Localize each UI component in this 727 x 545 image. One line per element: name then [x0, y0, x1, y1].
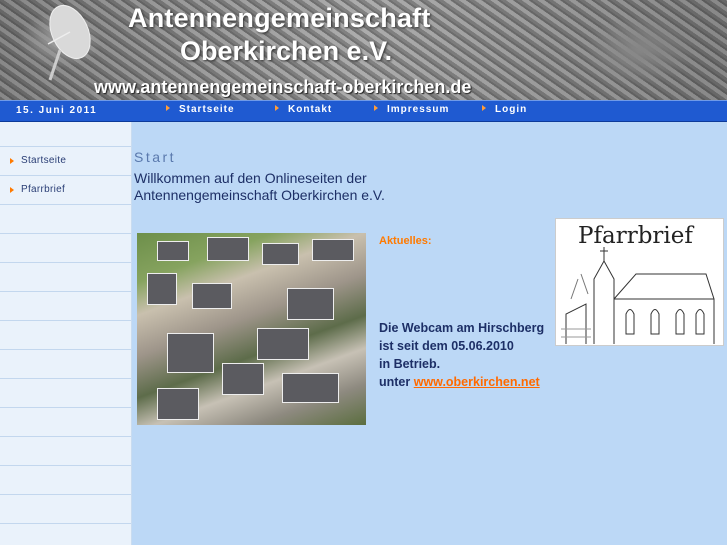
sidebar-empty-row — [0, 437, 131, 466]
pfarrbrief-image[interactable]: Pfarrbrief — [555, 218, 724, 346]
site-title-line1: Antennengemeinschaft — [128, 3, 431, 33]
page-title: Start — [134, 149, 177, 165]
sidebar-item-startseite[interactable]: Startseite — [0, 147, 131, 176]
sidebar-empty-row — [0, 495, 131, 524]
sidebar: Startseite Pfarrbrief — [0, 122, 132, 545]
sidebar-empty-row — [0, 234, 131, 263]
nav-label: Login — [495, 104, 528, 115]
arrow-right-icon — [10, 158, 14, 164]
nav-login[interactable]: Login — [482, 104, 527, 115]
webcam-line: ist seit dem 05.06.2010 — [379, 339, 514, 353]
sidebar-item-label: Pfarrbrief — [21, 184, 66, 195]
header-banner: Antennengemeinschaft Oberkirchen e.V. ww… — [0, 0, 727, 100]
welcome-text: Willkommen auf den Onlineseiten der Ante… — [134, 170, 385, 203]
sidebar-empty-row — [0, 205, 131, 234]
nav-impressum[interactable]: Impressum — [374, 104, 449, 115]
nav-label: Impressum — [387, 104, 450, 115]
webcam-link[interactable]: www.oberkirchen.net — [414, 375, 540, 389]
site-title-line2: Oberkirchen e.V. — [180, 36, 393, 66]
bullet-arrow-icon — [482, 105, 486, 111]
sidebar-empty-row — [0, 466, 131, 495]
arrow-right-icon — [10, 187, 14, 193]
sidebar-empty-row — [0, 408, 131, 437]
nav-kontakt[interactable]: Kontakt — [275, 104, 332, 115]
sidebar-item-pfarrbrief[interactable]: Pfarrbrief — [0, 176, 131, 205]
webcam-link-line: unter www.oberkirchen.net — [379, 373, 544, 391]
sidebar-empty-row — [0, 321, 131, 350]
nav-label: Startseite — [179, 104, 235, 115]
bullet-arrow-icon — [166, 105, 170, 111]
nav-startseite[interactable]: Startseite — [166, 104, 235, 115]
sidebar-empty-row — [0, 379, 131, 408]
nav-label: Kontakt — [288, 104, 333, 115]
sidebar-item-label: Startseite — [21, 155, 67, 166]
webcam-prefix: unter — [379, 375, 411, 389]
bullet-arrow-icon — [374, 105, 378, 111]
satellite-dish-icon — [47, 5, 91, 81]
webcam-line: Die Webcam am Hirschberg — [379, 321, 545, 335]
sidebar-empty-row — [0, 263, 131, 292]
site-url: www.antennengemeinschaft-oberkirchen.de — [94, 77, 472, 97]
bullet-arrow-icon — [275, 105, 279, 111]
sidebar-empty-row — [0, 350, 131, 379]
sidebar-spacer — [0, 122, 131, 147]
aktuelles-heading: Aktuelles: — [379, 235, 432, 247]
webcam-line: in Betrieb. — [379, 357, 441, 371]
church-sketch-icon — [561, 247, 715, 344]
sidebar-empty-row — [0, 292, 131, 321]
current-date: 15. Juni 2011 — [16, 105, 98, 116]
webcam-notice: Die Webcam am Hirschberg ist seit dem 05… — [379, 319, 544, 391]
village-aerial-photo — [137, 233, 366, 425]
top-nav-bar: 15. Juni 2011 Startseite Kontakt Impress… — [0, 100, 727, 122]
